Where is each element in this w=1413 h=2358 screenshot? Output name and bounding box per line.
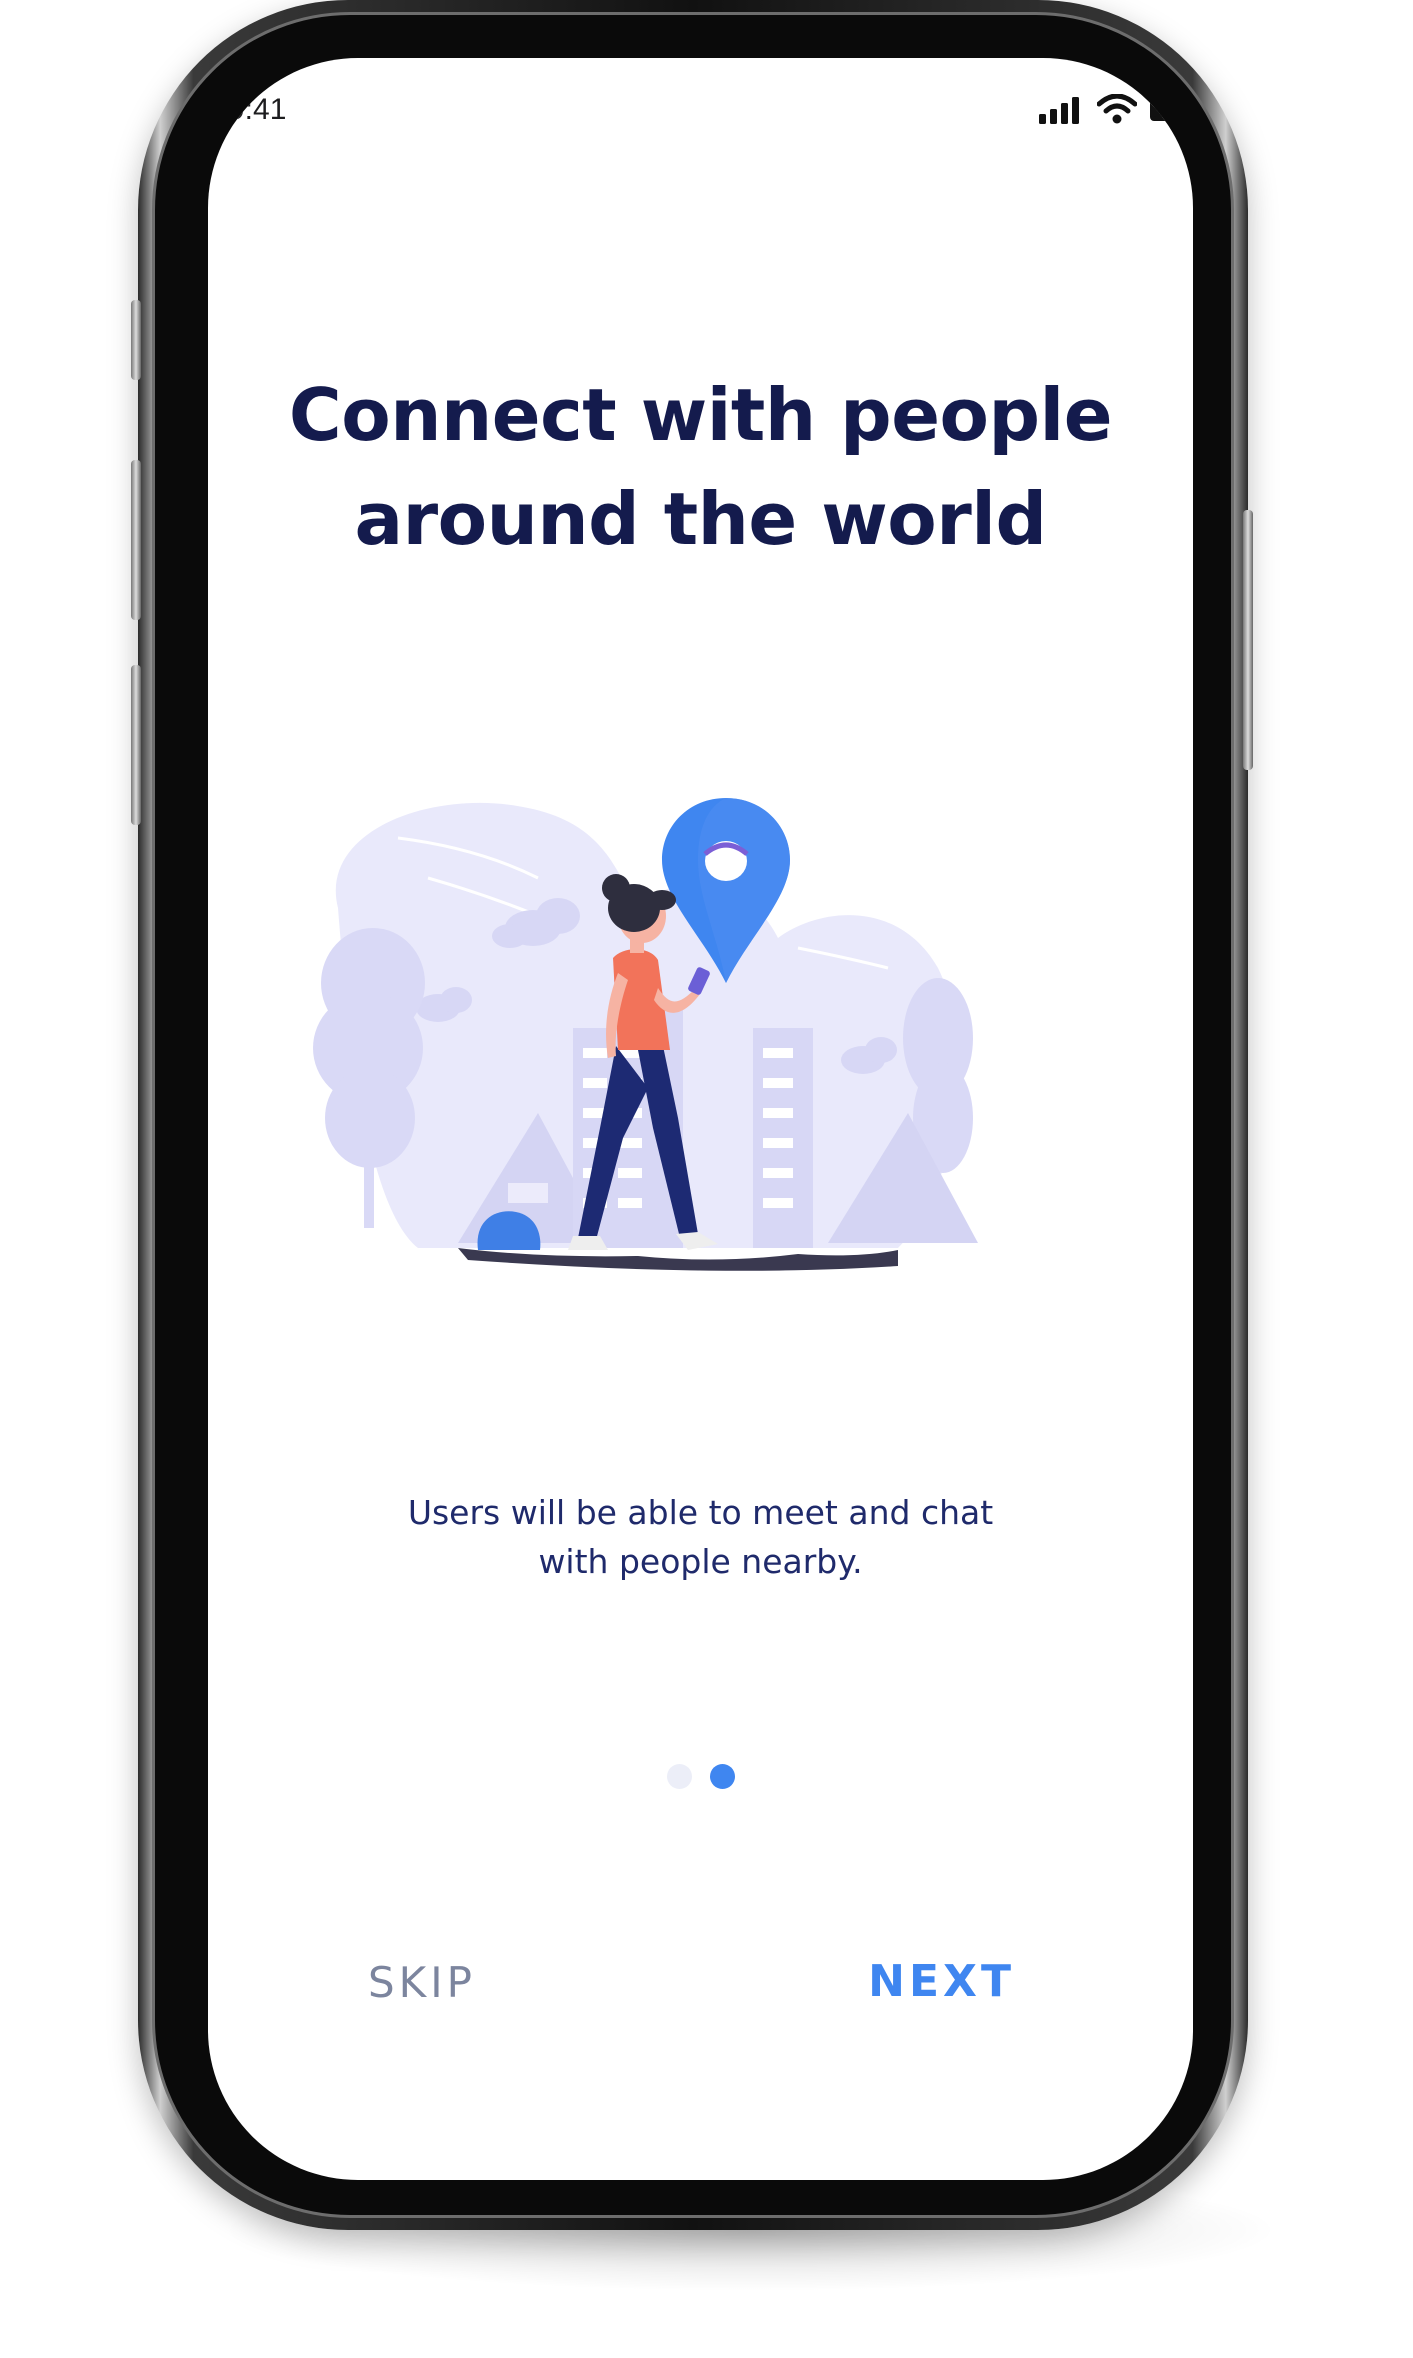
person-walking-with-location-pin-illustration bbox=[313, 798, 978, 1271]
onboarding-description: Users will be able to meet and chat with… bbox=[208, 1488, 1193, 1586]
onboarding-screen: 9:41 Connect with people around the worl… bbox=[208, 58, 1193, 2180]
signal-icon bbox=[1039, 97, 1079, 124]
wifi-icon bbox=[1097, 94, 1137, 124]
device-mockup: 9:41 Connect with people around the worl… bbox=[0, 0, 1413, 2358]
power-button bbox=[1243, 510, 1253, 770]
battery-icon bbox=[1150, 99, 1178, 121]
page-indicator bbox=[208, 1764, 1193, 1789]
skip-button[interactable]: SKIP bbox=[368, 1958, 476, 2007]
description-line-1: Users will be able to meet and chat bbox=[407, 1493, 994, 1532]
status-icons bbox=[1039, 94, 1179, 124]
description-line-2: with people nearby. bbox=[538, 1542, 863, 1581]
window-shape bbox=[508, 1183, 548, 1203]
page-dot-active[interactable] bbox=[709, 1764, 735, 1789]
status-bar: 9:41 bbox=[208, 58, 1193, 168]
volume-up-button bbox=[131, 460, 141, 620]
status-time: 9:41 bbox=[228, 93, 287, 126]
volume-down-button bbox=[131, 665, 141, 825]
ground-shape bbox=[458, 1248, 898, 1271]
next-button[interactable]: NEXT bbox=[868, 1956, 1015, 2007]
page-dot[interactable] bbox=[666, 1764, 692, 1789]
title-line-1: Connect with people bbox=[288, 373, 1113, 457]
onboarding-title: Connect with people around the world bbox=[208, 363, 1193, 571]
title-line-2: around the world bbox=[354, 477, 1047, 561]
mute-switch bbox=[131, 300, 141, 380]
